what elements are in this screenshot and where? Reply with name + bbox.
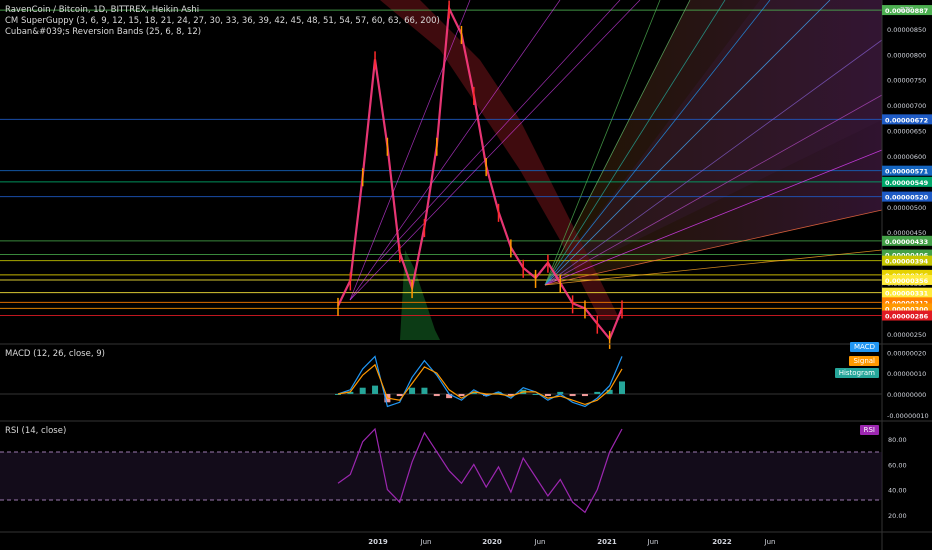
time-tick-label: Jun — [420, 538, 432, 546]
macd-tick-label: 0.00000020 — [887, 349, 926, 357]
price-tick-label: 0.00000500 — [887, 204, 926, 212]
macd-badge: MACD — [850, 342, 879, 352]
macd-histogram-bar — [581, 393, 588, 397]
rsi-badge: RSI — [859, 425, 879, 435]
macd-tick-label: 0.00000010 — [887, 370, 926, 378]
macd-histogram-bar — [619, 381, 625, 394]
time-tick-label: Jun — [534, 538, 546, 546]
macd-tick-label: -0.00000010 — [887, 412, 929, 420]
macd-legend[interactable]: MACD (12, 26, close, 9) — [5, 349, 105, 360]
macd-histogram-bar — [594, 391, 601, 394]
rsi-tick-label: 80.00 — [888, 436, 907, 444]
unit-label: BTC — [900, 6, 914, 14]
rsi-tick-label: 20.00 — [888, 512, 907, 520]
price-level-badge-label: 0.00000331 — [885, 290, 929, 298]
macd-histogram-bar — [372, 385, 379, 394]
macd-histogram-bar — [569, 393, 576, 397]
rsi-legend[interactable]: RSI (14, close) — [5, 426, 66, 437]
rsi-tick-label: 40.00 — [888, 487, 907, 495]
macd-histogram-bar — [359, 387, 366, 394]
price-level-badge-label: 0.00000433 — [885, 238, 928, 246]
trading-chart[interactable]: 0.00000850 0.00000800 0.00000750 0.00000700… — [0, 0, 932, 550]
price-level-badge-label: 0.00000672 — [885, 116, 928, 124]
macd-tick-label: 0.00000000 — [887, 391, 926, 399]
price-level-badge-label: 0.00000394 — [885, 258, 929, 266]
macd-histogram-bar — [433, 393, 440, 397]
time-tick-label: 2022 — [712, 538, 732, 546]
histogram-badge: Histogram — [834, 368, 879, 378]
guppy-indicator-label[interactable]: CM SuperGuppy (3, 6, 9, 12, 15, 18, 21, … — [5, 16, 440, 27]
price-level-badge-label: 0.00000571 — [885, 168, 929, 176]
symbol-title[interactable]: RavenCoin / Bitcoin, 1D, BITTREX, Heikin… — [5, 5, 440, 16]
price-level-badge-label: 0.00000286 — [885, 313, 929, 321]
price-level-badge-label: 0.00000356 — [885, 277, 929, 285]
price-tick-label: 0.00000250 — [887, 331, 926, 339]
time-tick-label: Jun — [647, 538, 659, 546]
price-tick-label: 0.00000650 — [887, 128, 926, 136]
chart-legend: RavenCoin / Bitcoin, 1D, BITTREX, Heikin… — [5, 5, 440, 38]
macd-histogram-bar — [396, 393, 403, 397]
time-tick-label: Jun — [764, 538, 776, 546]
price-tick-label: 0.00000600 — [887, 153, 926, 161]
price-tick-label: 0.00000700 — [887, 102, 926, 110]
macd-histogram-bar — [544, 393, 551, 397]
macd-histogram-bar — [532, 393, 539, 395]
price-tick-label: 0.00000750 — [887, 77, 926, 85]
price-tick-label: 0.00000800 — [887, 51, 926, 59]
rsi-tick-label: 60.00 — [888, 461, 907, 469]
time-tick-label: 2019 — [368, 538, 388, 546]
macd-histogram-bar — [458, 393, 465, 397]
macd-histogram-bar — [421, 387, 428, 394]
price-level-badge-label: 0.00000520 — [885, 194, 929, 202]
time-tick-label: 2020 — [482, 538, 502, 546]
macd-histogram-bar — [409, 387, 416, 394]
price-tick-label: 0.00000850 — [887, 26, 926, 34]
time-tick-label: 2021 — [597, 538, 617, 546]
reversion-indicator-label[interactable]: Cuban&#039;s Reversion Bands (25, 6, 8, … — [5, 27, 440, 38]
signal-badge: Signal — [849, 356, 879, 366]
price-level-badge-label: 0.00000549 — [885, 179, 929, 187]
